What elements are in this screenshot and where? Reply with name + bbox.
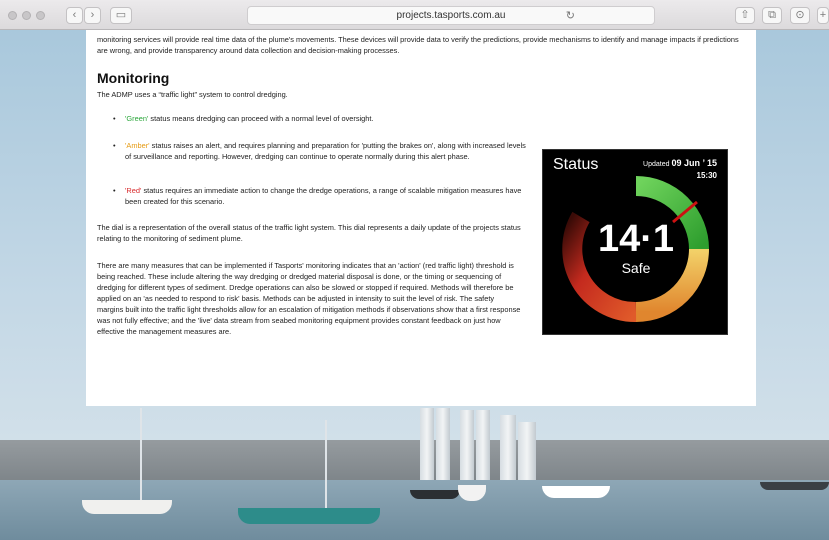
reload-icon[interactable]: ↻	[566, 8, 575, 25]
url-text: projects.tasports.com.au	[396, 10, 506, 21]
dial-updated: Updated 09 Jun ’ 15	[643, 158, 717, 168]
close-window-button[interactable]	[8, 11, 17, 20]
share-icon[interactable]: ⇧	[735, 7, 755, 24]
lead-paragraph: The ADMP uses a “traffic light” system t…	[97, 90, 288, 99]
dial-date: 09 Jun ’ 15	[671, 158, 717, 168]
red-label: 'Red'	[125, 186, 142, 195]
green-label: 'Green'	[125, 114, 149, 123]
dial-status-label: Safe	[621, 260, 651, 276]
section-heading: Monitoring	[97, 70, 170, 86]
sidebar-icon[interactable]: ▭	[110, 7, 132, 24]
list-item-red: 'Red' status requires an immediate actio…	[113, 186, 533, 207]
browser-window: ‹ › ▭ ≡ projects.tasports.com.au ↻ ⇧ ⧉ ⊙…	[0, 0, 829, 540]
intro-paragraph: monitoring services will provide real ti…	[97, 35, 739, 55]
dial-title: Status	[553, 156, 599, 173]
list-item-green: 'Green' status means dredging can procee…	[113, 114, 374, 125]
back-button[interactable]: ‹	[66, 7, 83, 24]
dial-time: 15:30	[696, 171, 717, 180]
minimize-window-button[interactable]	[22, 11, 31, 20]
article-page: monitoring services will provide real ti…	[86, 30, 756, 406]
address-bar[interactable]: projects.tasports.com.au ↻	[247, 6, 655, 25]
measures-paragraph: There are many measures that can be impl…	[97, 261, 521, 336]
amber-label: 'Amber'	[125, 141, 150, 150]
downloads-icon[interactable]: ⊙	[790, 7, 810, 24]
browser-toolbar: ‹ › ▭ ≡ projects.tasports.com.au ↻ ⇧ ⧉ ⊙…	[0, 0, 829, 30]
dial-paragraph: The dial is a representation of the over…	[97, 223, 521, 243]
dial-value: 14·1	[597, 218, 675, 260]
forward-button[interactable]: ›	[84, 7, 101, 24]
status-dial: Status Updated 09 Jun ’ 15 15:30 14·1 Sa…	[542, 149, 728, 335]
tabs-icon[interactable]: ⧉	[762, 7, 782, 24]
zoom-window-button[interactable]	[36, 11, 45, 20]
new-tab-button[interactable]: +	[817, 7, 829, 24]
list-item-amber: 'Amber' status raises an alert, and requ…	[113, 141, 533, 162]
